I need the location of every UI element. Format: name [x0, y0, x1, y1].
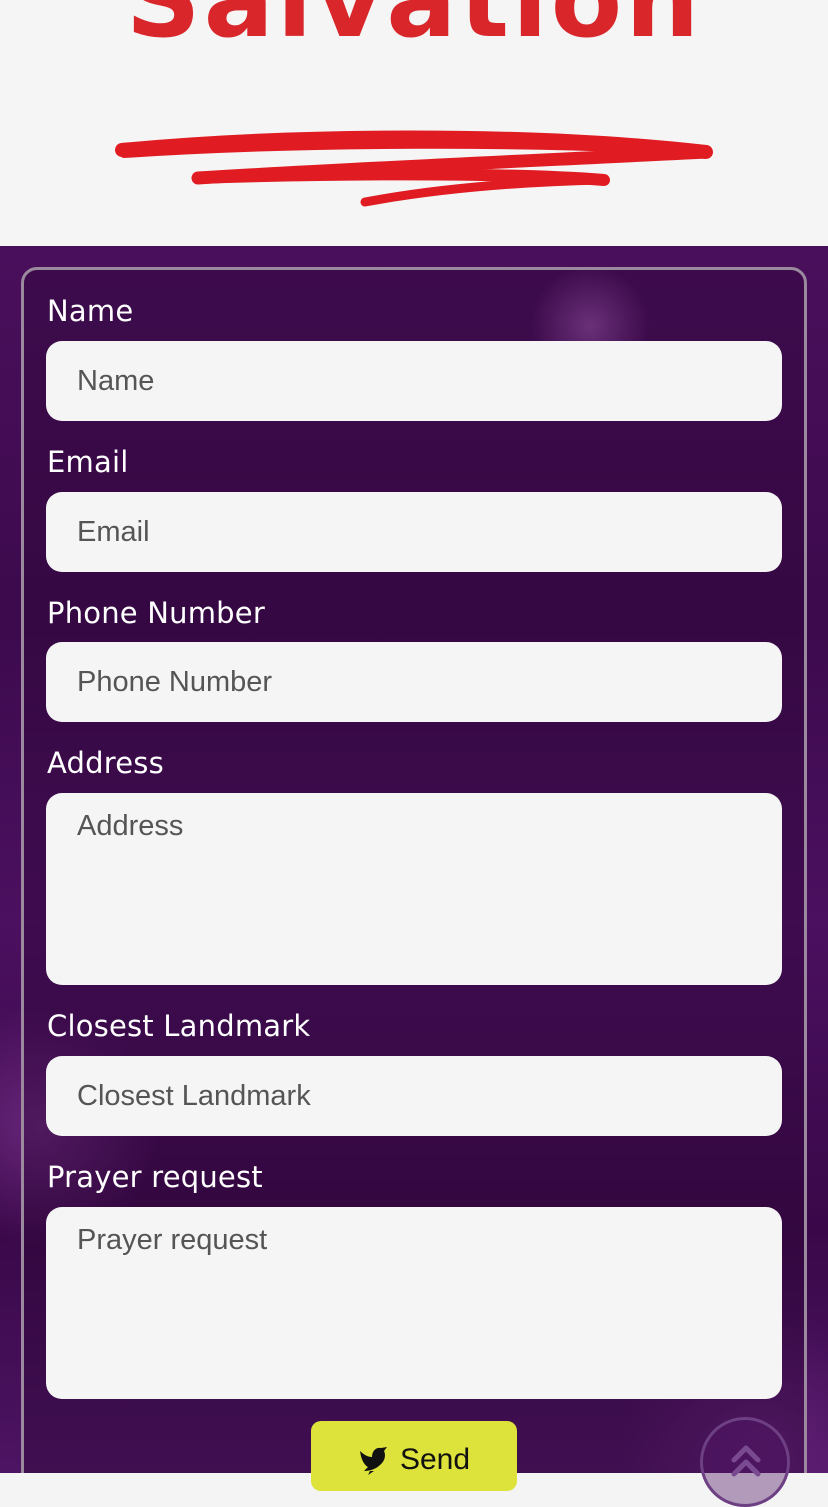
double-chevron-up-icon — [731, 1445, 761, 1477]
red-scribble-underline — [115, 130, 713, 207]
phone-input[interactable] — [46, 642, 782, 722]
page-headline: Salvation — [125, 0, 703, 61]
email-input[interactable] — [46, 492, 782, 572]
name-input[interactable] — [46, 341, 782, 421]
name-label: Name — [47, 294, 134, 328]
address-textarea[interactable] — [46, 793, 782, 985]
prayer-request-label: Prayer request — [47, 1160, 263, 1194]
scroll-to-top-button[interactable] — [700, 1417, 790, 1507]
send-button[interactable]: Send — [311, 1421, 517, 1491]
prayer-request-textarea[interactable] — [46, 1207, 782, 1399]
landmark-label: Closest Landmark — [47, 1009, 311, 1043]
page-header: Salvation — [0, 0, 828, 246]
address-label: Address — [47, 746, 164, 780]
email-label: Email — [47, 445, 129, 479]
dove-icon — [359, 1447, 387, 1475]
landmark-input[interactable] — [46, 1056, 782, 1136]
phone-label: Phone Number — [47, 596, 265, 630]
send-button-label: Send — [399, 1443, 471, 1476]
